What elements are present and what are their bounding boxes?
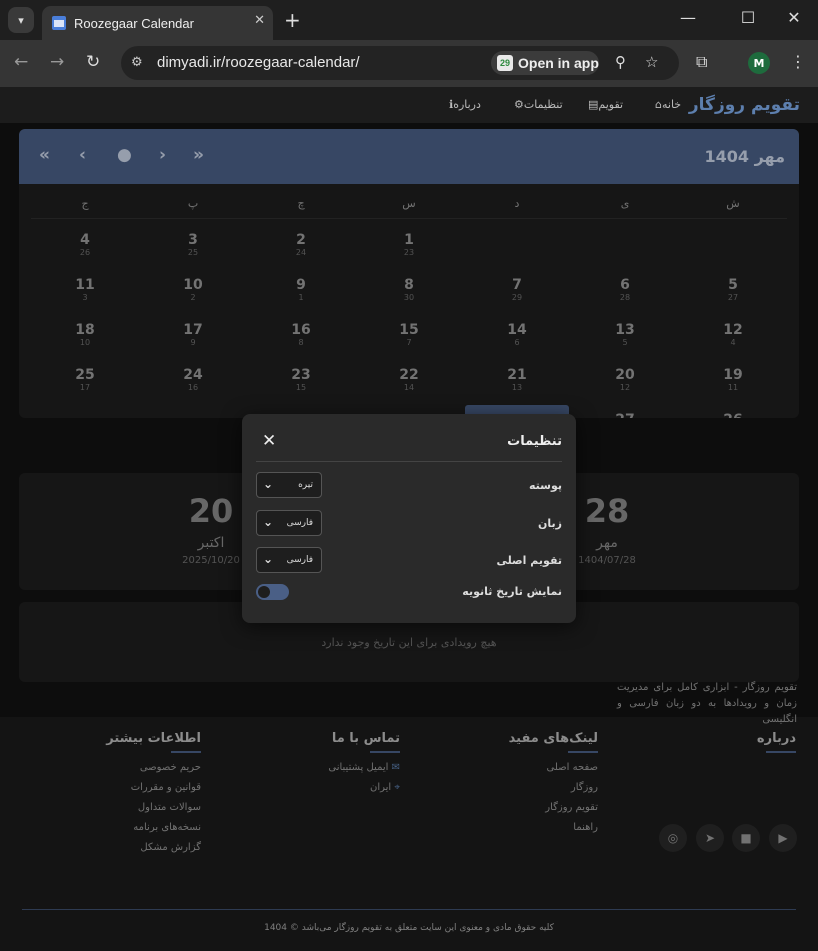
browser-toolbar: ← → ↻ ⚙ dimyadi.ir/roozegaar-calendar/ 2… <box>0 40 818 87</box>
close-icon[interactable]: ✕ <box>262 431 276 451</box>
site-navbar: تقویم روزگار ⌂خانه ▤تقویم ⚙تنظیمات ℹدربا… <box>0 87 818 123</box>
chevron-down-icon: ⌄ <box>263 477 274 491</box>
language-select[interactable]: ⌄ فارسی <box>256 510 322 536</box>
back-icon[interactable]: ← <box>14 52 28 72</box>
tab-bar: ▾ Roozegaar Calendar ✕ + — ☐ ✕ <box>0 0 818 40</box>
calendar-favicon-icon <box>52 16 66 30</box>
nav-settings-label: تنظیمات <box>523 98 563 111</box>
reload-icon[interactable]: ↻ <box>86 52 100 72</box>
bookmark-star-icon[interactable]: ☆ <box>645 53 658 71</box>
minimize-button[interactable]: — <box>673 8 703 27</box>
secondary-date-toggle[interactable] <box>256 584 289 600</box>
home-icon: ⌂ <box>655 98 662 111</box>
app-icon: 29 <box>497 55 513 71</box>
nav-calendar[interactable]: ▤تقویم <box>588 98 623 111</box>
browser-tab[interactable]: Roozegaar Calendar ✕ <box>42 6 273 40</box>
theme-value: تیره <box>298 480 313 490</box>
site-brand[interactable]: تقویم روزگار <box>689 95 800 115</box>
nav-about[interactable]: ℹدرباره <box>449 98 481 111</box>
main-calendar-label: تقویم اصلی <box>496 554 562 567</box>
language-label: زبان <box>538 517 562 530</box>
calendar-icon: ▤ <box>588 98 599 111</box>
address-bar[interactable]: ⚙ dimyadi.ir/roozegaar-calendar/ 29 Open… <box>121 46 679 80</box>
nav-home[interactable]: ⌂خانه <box>655 98 681 111</box>
modal-title: تنظیمات <box>507 434 562 449</box>
url-text[interactable]: dimyadi.ir/roozegaar-calendar/ <box>157 54 360 71</box>
profile-avatar[interactable]: M <box>748 52 770 74</box>
nav-home-label: خانه <box>661 98 682 111</box>
gear-icon: ⚙ <box>514 98 524 111</box>
close-window-button[interactable]: ✕ <box>779 8 809 27</box>
nav-about-label: درباره <box>453 98 481 111</box>
settings-modal: تنظیمات ✕ پوسته ⌄ تیره زبان ⌄ فارسی تقوی… <box>242 414 576 623</box>
nav-calendar-label: تقویم <box>598 98 624 111</box>
open-in-app-button[interactable]: 29 Open in app <box>491 51 599 75</box>
tab-search-button[interactable]: ▾ <box>8 7 34 33</box>
tab-title: Roozegaar Calendar <box>74 15 194 31</box>
main-calendar-select[interactable]: ⌄ فارسی <box>256 547 322 573</box>
secondary-date-label: نمایش تاریخ ثانویه <box>462 585 562 598</box>
open-in-app-label: Open in app <box>518 55 599 71</box>
modal-divider <box>256 461 562 462</box>
zoom-icon[interactable]: ⚲ <box>615 53 626 71</box>
chevron-down-icon: ⌄ <box>263 515 274 529</box>
language-value: فارسی <box>286 518 313 528</box>
extensions-icon[interactable]: ⧉ <box>696 52 707 72</box>
site-info-icon[interactable]: ⚙ <box>131 55 143 70</box>
main-calendar-value: فارسی <box>286 555 313 565</box>
close-tab-icon[interactable]: ✕ <box>254 13 265 28</box>
nav-settings[interactable]: ⚙تنظیمات <box>514 98 563 111</box>
forward-icon[interactable]: → <box>50 52 64 72</box>
chevron-down-icon: ⌄ <box>263 552 274 566</box>
theme-select[interactable]: ⌄ تیره <box>256 472 322 498</box>
theme-label: پوسته <box>528 479 562 492</box>
maximize-button[interactable]: ☐ <box>733 8 763 27</box>
browser-window: ▾ Roozegaar Calendar ✕ + — ☐ ✕ ← → ↻ ⚙ d… <box>0 0 818 87</box>
new-tab-button[interactable]: + <box>284 8 301 32</box>
menu-kebab-icon[interactable]: ⋮ <box>790 52 806 71</box>
